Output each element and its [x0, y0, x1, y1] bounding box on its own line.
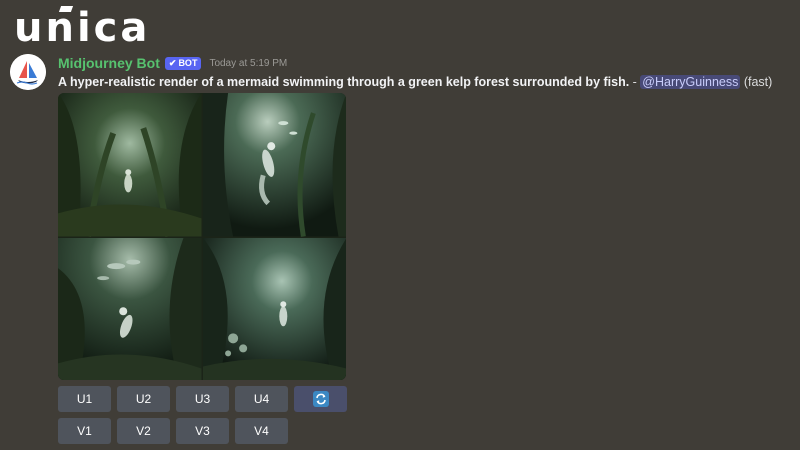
prompt-line: A hyper-realistic render of a mermaid sw… — [58, 75, 788, 89]
message-header: Midjourney Bot ✔ BOT Today at 5:19 PM — [58, 54, 788, 72]
sailboat-icon — [10, 54, 46, 90]
author-name[interactable]: Midjourney Bot — [58, 55, 160, 71]
mermaid-kelp-image-1[interactable] — [58, 93, 202, 237]
mermaid-kelp-image-2[interactable] — [202, 93, 346, 237]
message-content: Midjourney Bot ✔ BOT Today at 5:19 PM A … — [58, 54, 788, 444]
avatar[interactable] — [10, 54, 46, 90]
mermaid-kelp-image-4[interactable] — [202, 237, 346, 380]
badge-label: BOT — [178, 58, 198, 68]
bot-badge: ✔ BOT — [164, 56, 202, 70]
timestamp: Today at 5:19 PM — [209, 57, 288, 69]
mode-label: (fast) — [743, 75, 773, 89]
u1-button[interactable]: U1 — [58, 386, 111, 412]
graduation-cap-icon — [58, 6, 74, 12]
u2-button[interactable]: U2 — [117, 386, 170, 412]
user-mention[interactable]: @HarryGuinness — [640, 75, 741, 89]
unica-logo: unica — [14, 4, 150, 52]
image-grid[interactable] — [58, 93, 346, 380]
upscale-buttons: U1 U2 U3 U4 — [58, 386, 788, 412]
v4-button[interactable]: V4 — [235, 418, 288, 444]
v3-button[interactable]: V3 — [176, 418, 229, 444]
v1-button[interactable]: V1 — [58, 418, 111, 444]
refresh-icon — [312, 391, 329, 407]
logo-text: unica — [14, 5, 151, 51]
mermaid-kelp-image-3[interactable] — [58, 237, 202, 380]
reroll-button[interactable] — [294, 386, 347, 412]
u3-button[interactable]: U3 — [176, 386, 229, 412]
v2-button[interactable]: V2 — [117, 418, 170, 444]
variation-buttons: V1 V2 V3 V4 — [58, 418, 788, 444]
prompt-text: A hyper-realistic render of a mermaid sw… — [58, 75, 630, 89]
separator: - — [629, 75, 641, 89]
u4-button[interactable]: U4 — [235, 386, 288, 412]
check-icon: ✔ — [168, 57, 177, 68]
